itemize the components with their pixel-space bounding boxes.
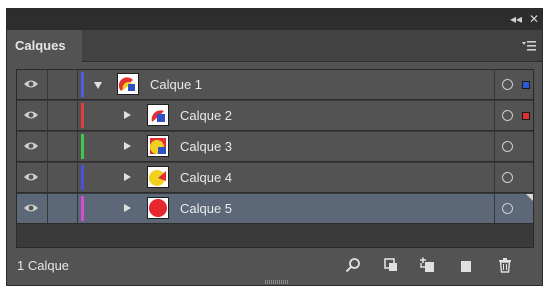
target-circle-icon[interactable] [502, 203, 513, 214]
panel-footer: 1 Calque [7, 254, 542, 278]
trash-icon[interactable] [497, 257, 513, 273]
collapse-icon[interactable]: ◂◂ [510, 12, 522, 26]
layer-row[interactable]: Calque 4 [17, 163, 533, 193]
layer-row[interactable]: Calque 3 [17, 132, 533, 162]
layer-color-swatch [81, 72, 84, 97]
layer-row[interactable]: Calque 5 [17, 194, 533, 224]
layer-color-swatch [81, 134, 84, 159]
target-circle-icon[interactable] [502, 172, 513, 183]
column-divider [77, 101, 78, 130]
expand-arrow-icon[interactable] [124, 142, 131, 150]
column-divider [47, 101, 48, 130]
visibility-eye-icon[interactable] [23, 109, 39, 121]
layer-color-swatch [81, 196, 84, 221]
layer-count-status: 1 Calque [17, 258, 70, 273]
layer-thumbnail [147, 197, 169, 219]
clipping-mask-icon[interactable] [383, 257, 399, 273]
column-divider [494, 70, 495, 99]
layer-name[interactable]: Calque 3 [180, 132, 232, 161]
column-divider [494, 194, 495, 223]
target-circle-icon[interactable] [502, 110, 513, 121]
layer-row[interactable]: Calque 2 [17, 101, 533, 131]
selection-square-icon[interactable] [522, 112, 530, 120]
visibility-eye-icon[interactable] [23, 202, 39, 214]
column-divider [47, 132, 48, 161]
layer-color-swatch [81, 165, 84, 190]
current-layer-indicator [526, 194, 533, 201]
layer-thumbnail [147, 104, 169, 126]
tab-strip: Calques [7, 30, 542, 62]
layer-thumbnail [117, 73, 139, 95]
visibility-eye-icon[interactable] [23, 140, 39, 152]
panel-titlebar: ◂◂ ✕ [7, 9, 542, 30]
layer-name[interactable]: Calque 4 [180, 163, 232, 192]
resize-grip[interactable] [265, 280, 289, 284]
search-icon[interactable] [345, 257, 361, 273]
layer-row[interactable]: Calque 1 [17, 70, 533, 100]
column-divider [77, 163, 78, 192]
new-sublayer-icon[interactable] [419, 257, 435, 273]
expand-arrow-icon[interactable] [124, 173, 131, 181]
selection-square-icon[interactable] [522, 81, 530, 89]
column-divider [77, 70, 78, 99]
layer-name[interactable]: Calque 1 [150, 70, 202, 99]
column-divider [77, 194, 78, 223]
panel-menu-icon[interactable] [522, 40, 536, 52]
target-circle-icon[interactable] [502, 141, 513, 152]
visibility-eye-icon[interactable] [23, 171, 39, 183]
layer-list: Calque 1 Calque 2 Calque 3 Calque 4 Calque 5 [16, 69, 534, 248]
column-divider [77, 132, 78, 161]
layer-thumbnail [147, 166, 169, 188]
expand-arrow-icon[interactable] [124, 111, 131, 119]
layer-thumbnail [147, 135, 169, 157]
layer-color-swatch [81, 103, 84, 128]
tab-calques[interactable]: Calques [7, 30, 82, 62]
visibility-eye-icon[interactable] [23, 78, 39, 90]
layer-name[interactable]: Calque 5 [180, 194, 232, 223]
column-divider [494, 163, 495, 192]
new-layer-icon[interactable] [458, 257, 474, 273]
layers-panel: ◂◂ ✕ Calques Calque 1 Calque 2 Calque 3 Cal… [6, 8, 543, 286]
column-divider [47, 70, 48, 99]
target-circle-icon[interactable] [502, 79, 513, 90]
column-divider [47, 163, 48, 192]
column-divider [47, 194, 48, 223]
column-divider [494, 101, 495, 130]
close-icon[interactable]: ✕ [529, 12, 539, 26]
layer-name[interactable]: Calque 2 [180, 101, 232, 130]
expand-arrow-icon[interactable] [124, 204, 131, 212]
collapse-arrow-icon[interactable] [94, 82, 102, 89]
column-divider [494, 132, 495, 161]
